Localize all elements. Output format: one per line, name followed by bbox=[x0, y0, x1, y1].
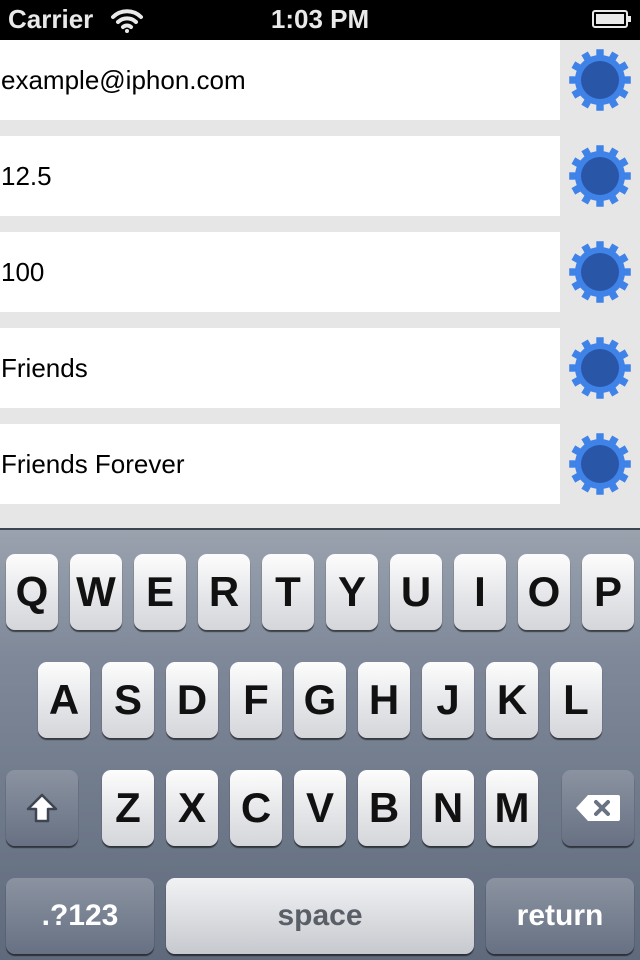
key-g[interactable]: G bbox=[294, 662, 346, 738]
key-r[interactable]: R bbox=[198, 554, 250, 630]
battery-icon bbox=[592, 10, 631, 28]
field-row bbox=[0, 232, 640, 312]
key-h[interactable]: H bbox=[358, 662, 410, 738]
keyboard: Q W E R T Y U I O P A S D F G H J K L Z … bbox=[0, 528, 640, 960]
key-f[interactable]: F bbox=[230, 662, 282, 738]
text-field-2[interactable] bbox=[0, 424, 560, 504]
key-n[interactable]: N bbox=[422, 770, 474, 846]
key-v[interactable]: V bbox=[294, 770, 346, 846]
gear-icon[interactable] bbox=[568, 240, 632, 304]
key-j[interactable]: J bbox=[422, 662, 474, 738]
gear-icon[interactable] bbox=[568, 144, 632, 208]
return-key[interactable]: return bbox=[486, 878, 634, 954]
key-u[interactable]: U bbox=[390, 554, 442, 630]
key-q[interactable]: Q bbox=[6, 554, 58, 630]
gear-icon[interactable] bbox=[568, 336, 632, 400]
key-s[interactable]: S bbox=[102, 662, 154, 738]
space-key[interactable]: space bbox=[166, 878, 474, 954]
field-row bbox=[0, 40, 640, 120]
key-p[interactable]: P bbox=[582, 554, 634, 630]
key-o[interactable]: O bbox=[518, 554, 570, 630]
text-field[interactable] bbox=[0, 328, 560, 408]
shift-key[interactable] bbox=[6, 770, 78, 846]
status-bar: Carrier 1:03 PM bbox=[0, 0, 640, 40]
key-z[interactable]: Z bbox=[102, 770, 154, 846]
backspace-icon bbox=[576, 795, 620, 821]
key-t[interactable]: T bbox=[262, 554, 314, 630]
decimal-field[interactable] bbox=[0, 136, 560, 216]
key-i[interactable]: I bbox=[454, 554, 506, 630]
key-m[interactable]: M bbox=[486, 770, 538, 846]
key-w[interactable]: W bbox=[70, 554, 122, 630]
field-row bbox=[0, 328, 640, 408]
gear-icon[interactable] bbox=[568, 48, 632, 112]
key-b[interactable]: B bbox=[358, 770, 410, 846]
key-x[interactable]: X bbox=[166, 770, 218, 846]
gear-icon[interactable] bbox=[568, 432, 632, 496]
number-field[interactable] bbox=[0, 232, 560, 312]
field-row bbox=[0, 136, 640, 216]
email-field[interactable] bbox=[0, 40, 560, 120]
key-e[interactable]: E bbox=[134, 554, 186, 630]
numbers-key[interactable]: .?123 bbox=[6, 878, 154, 954]
key-a[interactable]: A bbox=[38, 662, 90, 738]
status-time: 1:03 PM bbox=[270, 4, 370, 34]
shift-icon bbox=[26, 793, 58, 823]
key-d[interactable]: D bbox=[166, 662, 218, 738]
backspace-key[interactable] bbox=[562, 770, 634, 846]
key-l[interactable]: L bbox=[550, 662, 602, 738]
field-row bbox=[0, 424, 640, 504]
key-c[interactable]: C bbox=[230, 770, 282, 846]
key-y[interactable]: Y bbox=[326, 554, 378, 630]
key-k[interactable]: K bbox=[486, 662, 538, 738]
